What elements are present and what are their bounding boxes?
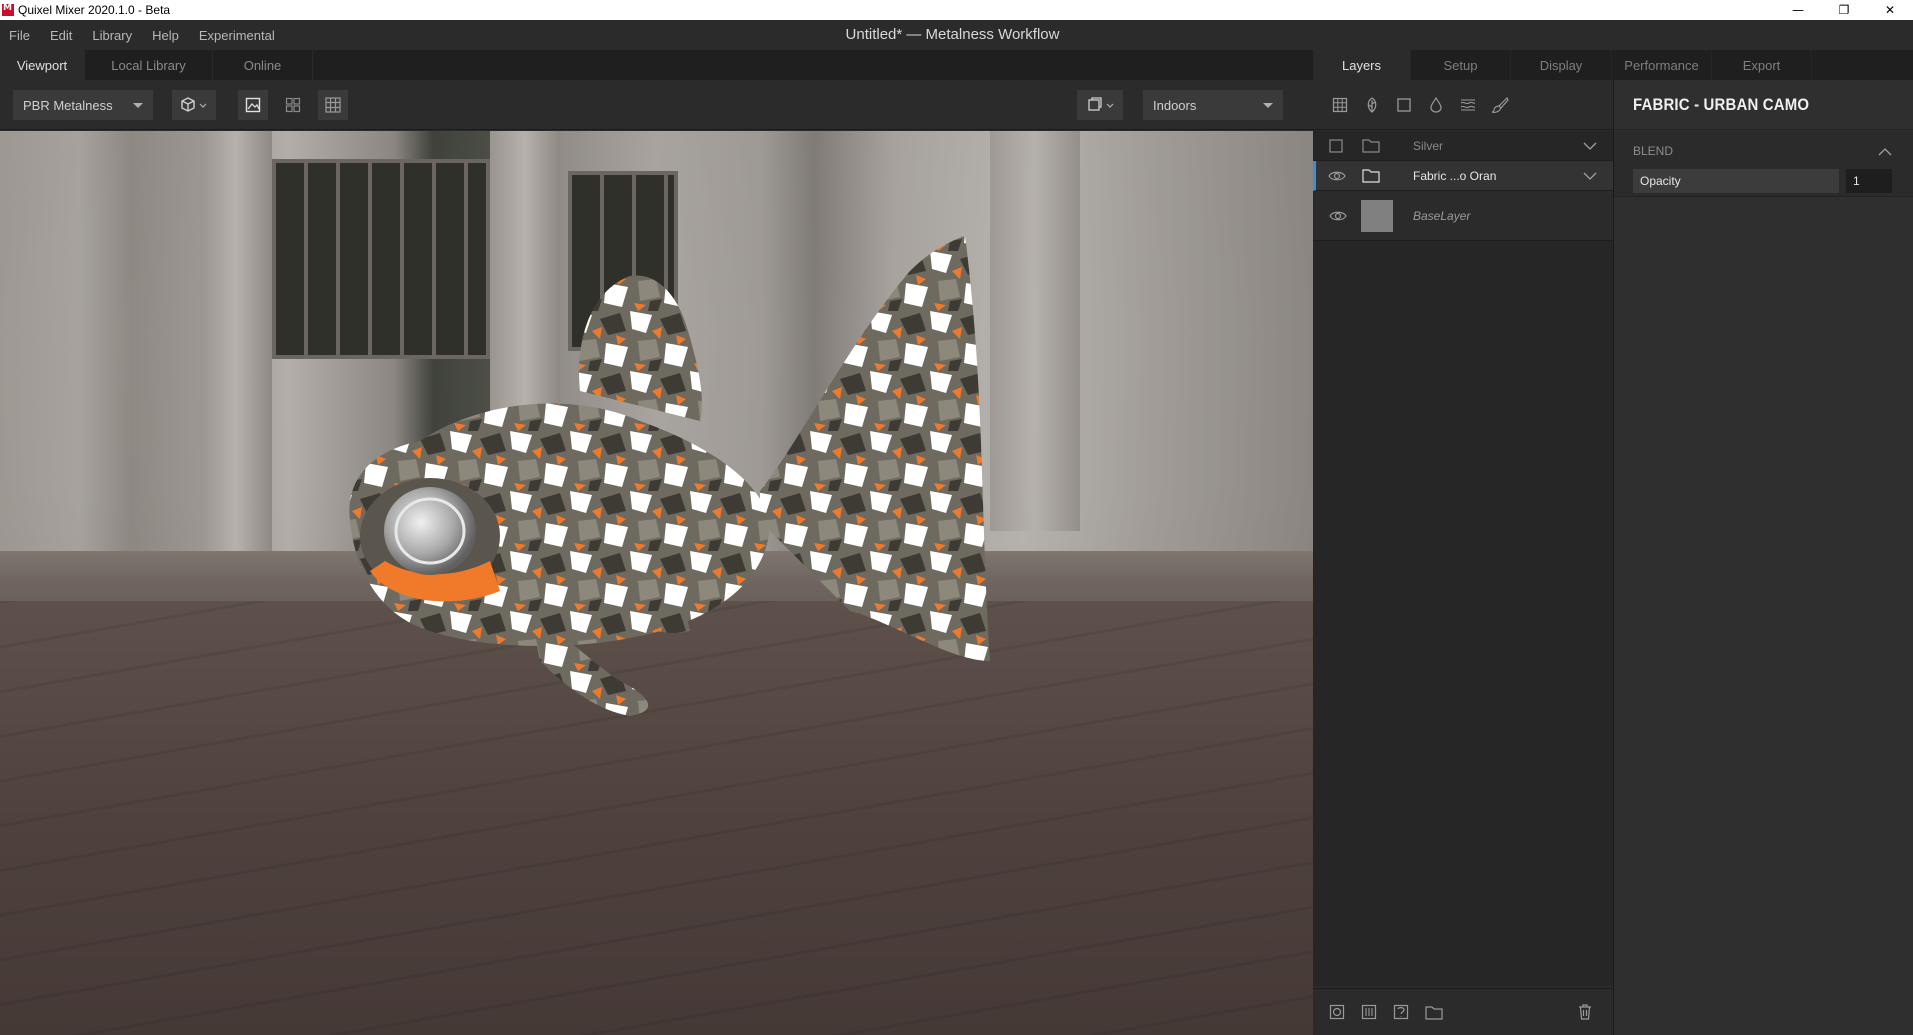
opacity-value-input[interactable]: 1 — [1846, 169, 1892, 193]
environment-dropdown-label: Indoors — [1153, 97, 1197, 113]
menu-bar: File Edit Library Help Experimental Unti… — [0, 20, 1913, 50]
opacity-label: Opacity — [1640, 174, 1681, 188]
image-frame-icon — [245, 97, 261, 113]
leaf-icon — [1367, 97, 1377, 113]
window-stack-icon — [1088, 97, 1114, 111]
tab-layers[interactable]: Layers — [1313, 50, 1411, 80]
visibility-checkbox[interactable] — [1329, 139, 1343, 153]
square-icon — [1397, 98, 1411, 112]
restore-button[interactable]: ❐ — [1821, 0, 1867, 20]
menu-help[interactable]: Help — [143, 28, 190, 43]
close-button[interactable]: ✕ — [1867, 0, 1913, 20]
menu-file[interactable]: File — [0, 28, 41, 43]
single-view-button[interactable] — [238, 90, 268, 120]
layer-type-toolbar — [1313, 80, 1613, 130]
3d-viewport[interactable] — [0, 131, 1313, 1035]
layer-row-silver[interactable]: Silver — [1313, 131, 1613, 161]
folder-icon — [1362, 139, 1380, 153]
document-title: Untitled* — Metalness Workflow — [845, 26, 1060, 43]
grid-2x2-icon — [285, 97, 301, 113]
grid-toggle-button[interactable] — [318, 90, 348, 120]
chevron-down-icon[interactable] — [1583, 141, 1597, 151]
left-tab-bar: Viewport Local Library Online — [0, 50, 1313, 80]
blend-section-label: BLEND — [1633, 144, 1674, 158]
opacity-slider[interactable]: Opacity — [1633, 169, 1839, 193]
app-logo-icon — [2, 3, 14, 16]
layers-footer-toolbar — [1313, 988, 1613, 1035]
minimize-button[interactable]: — — [1775, 0, 1821, 20]
chevron-up-icon[interactable] — [1878, 147, 1892, 157]
workflow-dropdown[interactable]: PBR Metalness — [13, 90, 153, 120]
tab-setup[interactable]: Setup — [1411, 50, 1511, 80]
add-paint-layer-button[interactable] — [1489, 94, 1511, 116]
tab-online[interactable]: Online — [213, 50, 313, 80]
layer-name: Fabric ...o Oran — [1413, 169, 1497, 183]
droplet-icon — [1430, 97, 1442, 113]
tab-viewport[interactable]: Viewport — [0, 50, 85, 80]
right-tab-bar: Layers Setup Display Performance Export — [1313, 50, 1913, 80]
chevron-down-icon — [1263, 103, 1273, 108]
eye-icon[interactable] — [1329, 210, 1347, 222]
quad-view-button[interactable] — [278, 90, 308, 120]
add-solid-layer-button[interactable] — [1393, 94, 1415, 116]
trash-icon[interactable] — [1577, 1003, 1593, 1021]
window-title: Quixel Mixer 2020.1.0 - Beta — [18, 3, 171, 17]
display-mode-button[interactable] — [172, 90, 216, 120]
add-noise-layer-button[interactable] — [1457, 94, 1479, 116]
layer-list — [1313, 131, 1613, 986]
window-titlebar: Quixel Mixer 2020.1.0 - Beta — ❐ ✕ — [0, 0, 1913, 20]
menu-library[interactable]: Library — [83, 28, 143, 43]
workflow-dropdown-label: PBR Metalness — [23, 97, 113, 113]
add-mask-icon[interactable] — [1329, 1004, 1345, 1020]
layer-title: FABRIC - URBAN CAMO — [1633, 95, 1810, 114]
tab-display[interactable]: Display — [1511, 50, 1612, 80]
chevron-down-icon — [133, 103, 143, 108]
add-mask-stack-icon[interactable] — [1361, 1004, 1377, 1020]
chevron-down-icon[interactable] — [1583, 171, 1597, 181]
add-smart-material-icon[interactable] — [1393, 1004, 1409, 1020]
opacity-value: 1 — [1853, 174, 1860, 188]
cube-icon — [181, 97, 207, 112]
layer-name: Silver — [1413, 139, 1444, 153]
blend-section: BLEND Opacity 1 — [1614, 131, 1913, 197]
viewport-toolbar: PBR Metalness Indoors — [0, 80, 1313, 130]
add-folder-icon[interactable] — [1425, 1004, 1443, 1020]
layer-row-baselayer[interactable]: BaseLayer — [1313, 191, 1613, 241]
tab-export[interactable]: Export — [1712, 50, 1812, 80]
add-atlas-layer-button[interactable] — [1361, 94, 1383, 116]
waves-icon — [1460, 99, 1476, 111]
eye-icon[interactable] — [1328, 170, 1346, 182]
environment-pillar — [200, 131, 272, 551]
folder-icon — [1362, 169, 1380, 183]
window-controls: — ❐ ✕ — [1775, 0, 1913, 20]
add-fill-layer-button[interactable] — [1425, 94, 1447, 116]
menu-experimental[interactable]: Experimental — [190, 28, 286, 43]
tab-performance[interactable]: Performance — [1612, 50, 1712, 80]
layer-name: BaseLayer — [1413, 209, 1471, 223]
environment-dropdown[interactable]: Indoors — [1143, 90, 1283, 120]
properties-header: FABRIC - URBAN CAMO — [1614, 80, 1913, 130]
surface-grid-icon — [1332, 97, 1348, 113]
grid-icon — [325, 97, 341, 113]
camo-fish-model — [349, 236, 990, 716]
add-surface-layer-button[interactable] — [1329, 94, 1351, 116]
layer-thumbnail — [1361, 200, 1393, 232]
properties-panel: FABRIC - URBAN CAMO BLEND Opacity 1 — [1613, 80, 1913, 1035]
layer-row-fabric[interactable]: Fabric ...o Oran — [1313, 161, 1613, 191]
menu-edit[interactable]: Edit — [41, 28, 83, 43]
paintbrush-icon — [1491, 97, 1509, 113]
tab-local-library[interactable]: Local Library — [85, 50, 213, 80]
camera-layout-button[interactable] — [1077, 90, 1123, 120]
